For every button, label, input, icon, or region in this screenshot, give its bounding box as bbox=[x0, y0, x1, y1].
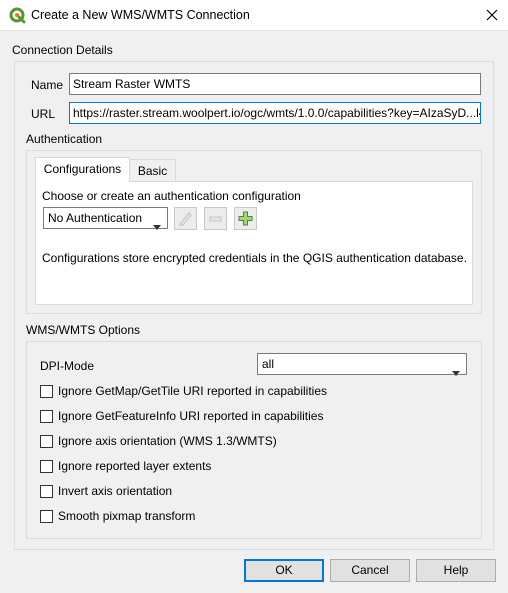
close-icon[interactable] bbox=[478, 0, 508, 31]
chevron-down-icon bbox=[153, 216, 161, 236]
title-bar: Create a New WMS/WMTS Connection bbox=[0, 0, 508, 31]
chevron-down-icon bbox=[452, 362, 460, 382]
dpi-mode-value: all bbox=[262, 357, 275, 371]
connection-details-title: Connection Details bbox=[12, 43, 113, 57]
ok-button[interactable]: OK bbox=[244, 559, 324, 582]
dpi-mode-label: DPI-Mode bbox=[40, 359, 95, 373]
auth-info-text: Configurations store encrypted credentia… bbox=[42, 251, 467, 265]
checkbox-box[interactable] bbox=[40, 510, 53, 523]
edit-config-button[interactable] bbox=[174, 207, 197, 230]
checkbox-label: Smooth pixmap transform bbox=[58, 509, 196, 523]
authentication-title: Authentication bbox=[26, 132, 103, 146]
choose-config-label: Choose or create an authentication confi… bbox=[42, 189, 301, 203]
help-button[interactable]: Help bbox=[416, 559, 496, 582]
qgis-logo-icon bbox=[9, 7, 26, 24]
tab-basic[interactable]: Basic bbox=[129, 159, 176, 182]
window-title: Create a New WMS/WMTS Connection bbox=[31, 8, 250, 22]
name-label: Name bbox=[31, 78, 64, 92]
tab-configurations[interactable]: Configurations bbox=[35, 157, 130, 182]
add-config-button[interactable] bbox=[234, 207, 257, 230]
url-input[interactable]: https://raster.stream.woolpert.io/ogc/wm… bbox=[69, 102, 481, 124]
remove-config-button[interactable] bbox=[204, 207, 227, 230]
checkbox-box[interactable] bbox=[40, 435, 53, 448]
url-label: URL bbox=[31, 107, 56, 121]
checkbox-label: Ignore axis orientation (WMS 1.3/WMTS) bbox=[58, 434, 277, 448]
auth-config-select[interactable]: No Authentication bbox=[43, 207, 168, 230]
name-input[interactable]: Stream Raster WMTS bbox=[69, 73, 481, 95]
checkbox-box[interactable] bbox=[40, 385, 53, 398]
checkbox-label: Ignore reported layer extents bbox=[58, 459, 212, 473]
wms-options-title: WMS/WMTS Options bbox=[26, 323, 141, 337]
cancel-button[interactable]: Cancel bbox=[330, 559, 410, 582]
checkbox-box[interactable] bbox=[40, 460, 53, 473]
checkbox-label: Ignore GetFeatureInfo URI reported in ca… bbox=[58, 409, 324, 423]
checkbox-label: Ignore GetMap/GetTile URI reported in ca… bbox=[58, 384, 328, 398]
checkbox-box[interactable] bbox=[40, 485, 53, 498]
checkbox-box[interactable] bbox=[40, 410, 53, 423]
dpi-mode-select[interactable]: all bbox=[257, 353, 467, 376]
auth-config-value: No Authentication bbox=[48, 211, 143, 225]
checkbox-label: Invert axis orientation bbox=[58, 484, 173, 498]
